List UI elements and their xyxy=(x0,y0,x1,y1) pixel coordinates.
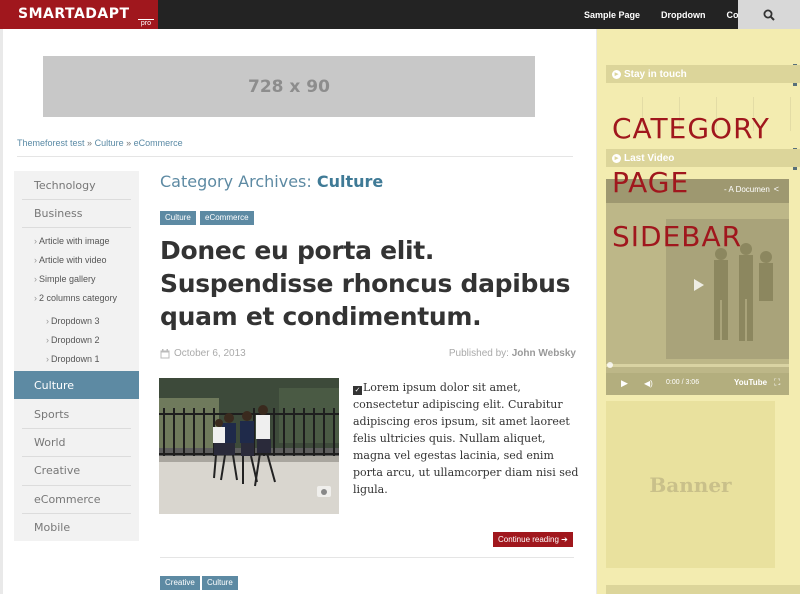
submenu-label: Article with image xyxy=(39,236,110,246)
divider xyxy=(17,156,573,157)
submenu-label: Simple gallery xyxy=(39,274,96,284)
video-controls: ▶ ◀) 0:00 / 3:06 YouTube ⛶ xyxy=(606,373,789,395)
overlay-text: PAGE xyxy=(612,166,690,199)
calendar-icon xyxy=(160,348,170,358)
top-nav: Sample Page Dropdown Contact xyxy=(563,0,760,29)
continue-reading-button[interactable]: Continue reading ➔ xyxy=(493,532,573,547)
chevron-right-icon: › xyxy=(46,354,49,364)
post-excerpt-text: Lorem ipsum dolor sit amet, consectetur … xyxy=(353,381,579,496)
submenu-label: Article with video xyxy=(39,255,107,265)
submenu-item[interactable]: › Article with image xyxy=(34,236,110,246)
last-video-label: Last Video xyxy=(624,152,675,164)
post-tag[interactable]: Culture xyxy=(202,576,238,590)
breadcrumb-culture[interactable]: Culture xyxy=(95,138,124,148)
top-bar: SMARTADAPT pro Sample Page Dropdown Cont… xyxy=(0,0,800,29)
post-tag[interactable]: Culture xyxy=(160,211,196,225)
submenu-label: Dropdown 3 xyxy=(51,316,100,326)
main-content: 728 x 90 Themeforest test » Culture » eC… xyxy=(3,29,596,594)
thumbnail-image xyxy=(159,378,339,514)
post-title[interactable]: Donec eu porta elit. Suspendisse rhoncus… xyxy=(160,234,580,333)
chevron-right-icon: › xyxy=(34,255,37,265)
video-title[interactable]: - A Documen xyxy=(724,185,770,194)
continue-label: Continue reading xyxy=(498,535,559,544)
site-logo[interactable]: SMARTADAPT pro xyxy=(0,0,158,29)
submenu-item[interactable]: › Article with video xyxy=(34,255,107,265)
submenu-item[interactable]: › Dropdown 3 xyxy=(46,316,100,326)
video-frame xyxy=(606,179,789,395)
submenu-item[interactable]: › Dropdown 2 xyxy=(46,335,100,345)
share-icon[interactable]: < xyxy=(774,184,779,194)
stay-in-touch-label: Stay in touch xyxy=(624,68,687,80)
submenu-label: Dropdown 2 xyxy=(51,335,100,345)
chevron-right-icon: › xyxy=(34,236,37,246)
chevron-right-icon: › xyxy=(34,274,37,284)
stay-in-touch-header: ▸ Stay in touch xyxy=(606,65,800,83)
volume-icon[interactable]: ◀) xyxy=(644,379,653,388)
fullscreen-icon[interactable]: ⛶ xyxy=(774,377,780,388)
category-technology[interactable]: Technology xyxy=(14,171,139,199)
breadcrumb-separator: » xyxy=(126,138,132,148)
divider xyxy=(22,227,131,228)
author-label: Published by: xyxy=(448,348,509,359)
search-icon xyxy=(763,9,775,21)
overlay-text: CATEGORY xyxy=(612,112,770,145)
overlay-text: SIDEBAR xyxy=(612,220,743,253)
logo-text: SMARTADAPT xyxy=(18,6,130,22)
category-mobile[interactable]: Mobile xyxy=(14,513,139,541)
play-icon[interactable]: ▶ xyxy=(621,378,628,389)
divider xyxy=(160,557,574,558)
post-author: Published by: John Websky xyxy=(449,348,576,359)
category-business[interactable]: Business xyxy=(14,199,139,227)
nav-dropdown[interactable]: Dropdown xyxy=(661,10,706,20)
category-nav: Technology Business › Article with image … xyxy=(14,171,139,541)
post-tag[interactable]: Creative xyxy=(160,576,200,590)
category-world[interactable]: World xyxy=(14,428,139,456)
last-video-header: ▸ Last Video xyxy=(606,149,800,167)
breadcrumb-home[interactable]: Themeforest test xyxy=(17,138,85,148)
sidebar: ▸ Stay in touch ▸ Last Video - A Documen… xyxy=(597,29,800,594)
post-thumbnail[interactable] xyxy=(159,378,339,514)
submenu-item[interactable]: › Dropdown 1 xyxy=(46,354,100,364)
archive-prefix: Category Archives: xyxy=(160,172,312,191)
check-icon: ✓ xyxy=(353,386,362,395)
youtube-logo[interactable]: YouTube xyxy=(734,378,767,387)
post-tag[interactable]: eCommerce xyxy=(200,211,254,225)
chevron-right-icon: › xyxy=(34,293,37,303)
logo-badge: pro xyxy=(137,19,154,28)
submenu-item[interactable]: › 2 columns category xyxy=(34,293,117,303)
category-ecommerce[interactable]: eCommerce xyxy=(14,485,139,513)
category-creative[interactable]: Creative xyxy=(14,456,139,484)
submenu-item[interactable]: › Simple gallery xyxy=(34,274,96,284)
leaderboard-ad[interactable]: 728 x 90 xyxy=(43,56,535,117)
submenu-label: Dropdown 1 xyxy=(51,354,100,364)
post-date: October 6, 2013 xyxy=(160,348,246,359)
video-player[interactable]: - A Documen < ▶ ◀) 0:00 / 3:06 YouTube ⛶ xyxy=(606,179,789,395)
submenu-label: 2 columns category xyxy=(39,293,118,303)
arrow-circle-icon: ▸ xyxy=(612,69,621,79)
breadcrumb: Themeforest test » Culture » eCommerce xyxy=(17,138,183,148)
post-date-text: October 6, 2013 xyxy=(174,348,246,359)
video-time: 0:00 / 3:06 xyxy=(666,379,700,386)
category-sports[interactable]: Sports xyxy=(14,400,139,428)
breadcrumb-ecommerce[interactable]: eCommerce xyxy=(134,138,183,148)
arrow-right-icon: ➔ xyxy=(561,535,568,544)
chevron-right-icon: › xyxy=(46,316,49,326)
arrow-circle-icon: ▸ xyxy=(612,153,621,163)
search-button[interactable] xyxy=(738,0,800,29)
sidebar-banner[interactable]: Banner xyxy=(606,401,775,568)
category-culture[interactable]: Culture xyxy=(14,371,139,399)
archive-category: Culture xyxy=(316,172,384,191)
breadcrumb-separator: » xyxy=(87,138,93,148)
post-excerpt: ✓ Lorem ipsum dolor sit amet, consectetur… xyxy=(353,379,581,498)
archive-title: Category Archives: Culture xyxy=(160,172,383,191)
sidebar-next-header xyxy=(606,585,800,594)
nav-sample-page[interactable]: Sample Page xyxy=(584,10,640,20)
author-name[interactable]: John Websky xyxy=(512,348,576,359)
chevron-right-icon: › xyxy=(46,335,49,345)
